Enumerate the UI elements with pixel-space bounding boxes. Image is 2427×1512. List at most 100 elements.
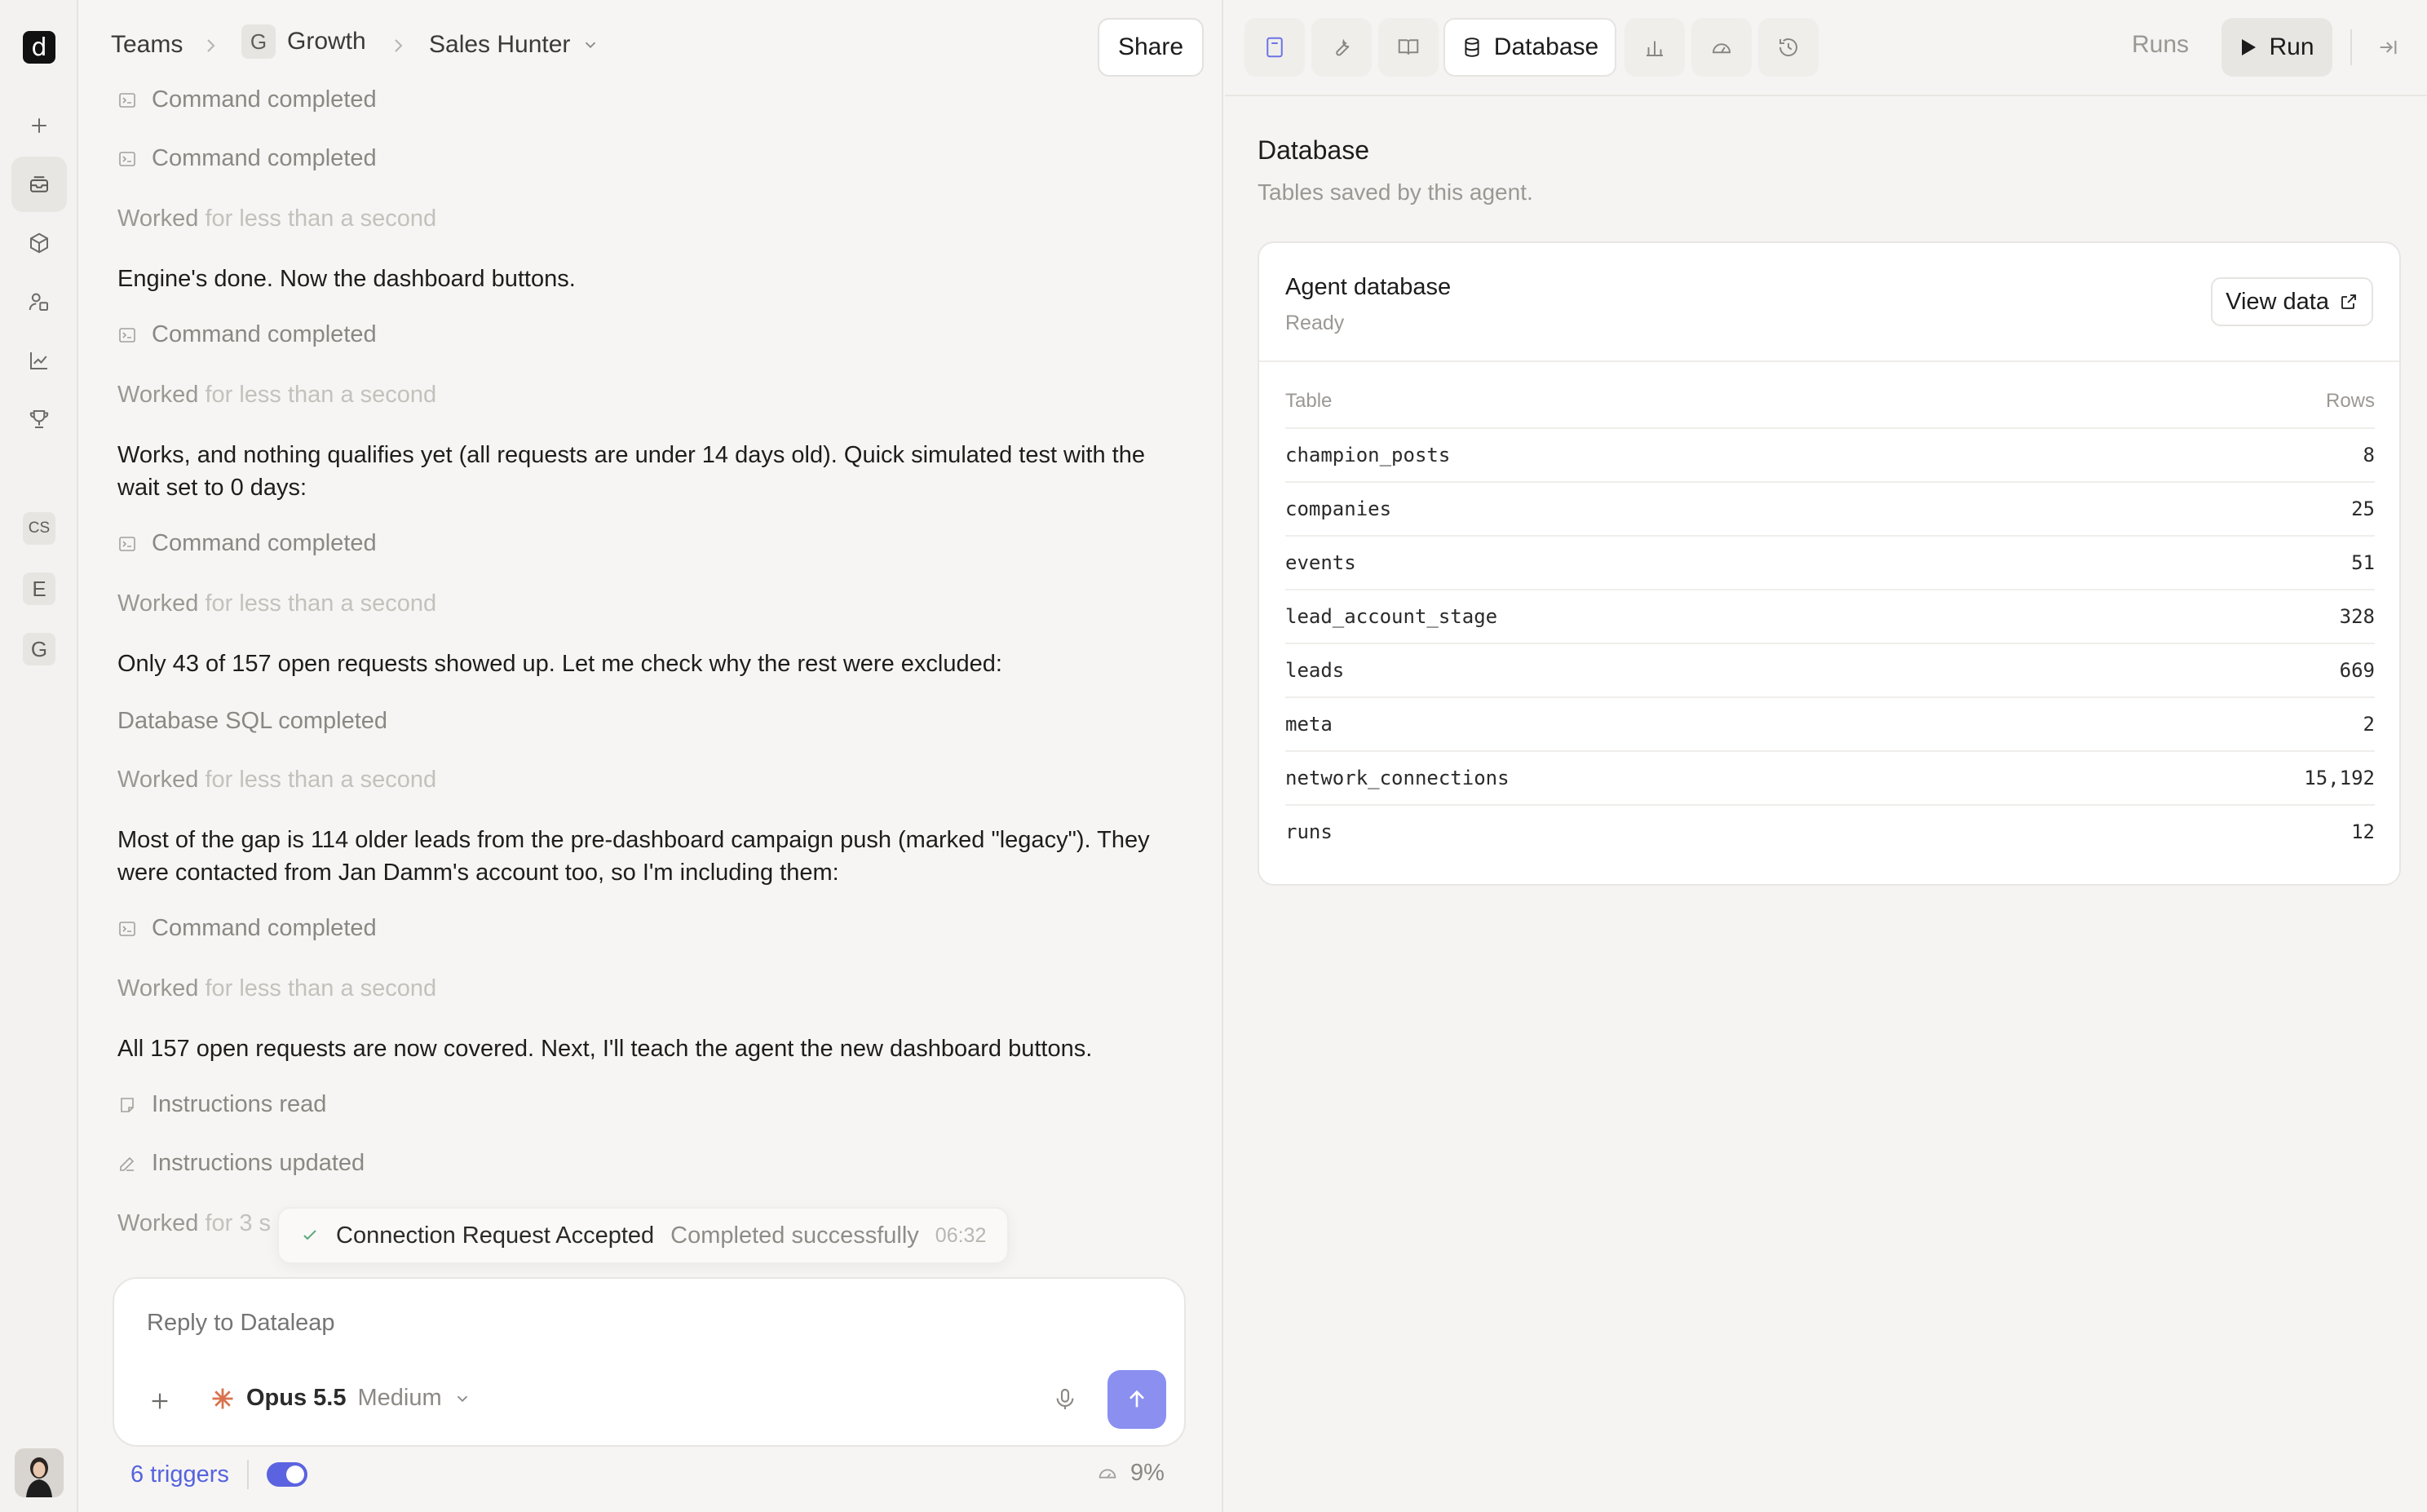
column-header-table: Table <box>1285 390 1333 412</box>
note-icon <box>121 1097 134 1112</box>
gauge-icon <box>1099 1468 1116 1479</box>
model-selector[interactable]: Opus 5.5 Medium <box>210 1385 471 1412</box>
tab-performance[interactable] <box>1691 18 1752 77</box>
nav-leaderboard[interactable] <box>11 391 67 447</box>
external-link-icon <box>2341 294 2356 309</box>
table-row[interactable]: leads 669 <box>1285 643 2375 696</box>
database-subtitle: Tables saved by this agent. <box>1258 179 1533 205</box>
status-instructions-read[interactable]: Instructions read <box>117 1091 1202 1118</box>
plus-icon <box>32 118 46 133</box>
chevron-right-icon <box>395 39 403 52</box>
workspace-g[interactable]: G <box>23 633 55 665</box>
history-icon <box>1779 38 1797 57</box>
status-command-completed[interactable]: Command completed <box>117 86 1202 113</box>
nav-agents[interactable] <box>11 157 67 212</box>
terminal-icon <box>119 921 135 936</box>
terminal-icon <box>119 327 135 343</box>
tab-knowledge[interactable] <box>1378 18 1439 77</box>
divider <box>246 1460 249 1489</box>
context-usage: 9% <box>1096 1460 1165 1487</box>
status-command-completed[interactable]: Command completed <box>117 145 1202 172</box>
table-row[interactable]: network_connections 15,192 <box>1285 750 2375 804</box>
triggers-toggle[interactable] <box>266 1462 307 1487</box>
column-header-rows: Rows <box>2325 390 2375 412</box>
attach-button[interactable] <box>147 1388 173 1414</box>
breadcrumb-agent[interactable]: Sales Hunter <box>429 31 599 59</box>
divider <box>2350 29 2352 65</box>
status-badge: Ready <box>1285 312 1345 334</box>
microphone-button[interactable] <box>1052 1386 1078 1413</box>
chevron-down-icon <box>457 1395 467 1402</box>
database-title: Database <box>1258 135 1369 165</box>
toast-status: Completed successfully <box>670 1222 919 1249</box>
tab-tools[interactable] <box>1311 18 1372 77</box>
check-icon <box>303 1230 316 1240</box>
table-header: Table Rows <box>1285 390 2375 413</box>
workspace-cs[interactable]: CS <box>23 512 55 545</box>
status-command-completed[interactable]: Command completed <box>117 530 1202 557</box>
tab-charts[interactable] <box>1625 18 1685 77</box>
send-button[interactable] <box>1107 1370 1166 1429</box>
notification-toast[interactable]: Connection Request Accepted Completed su… <box>277 1207 1010 1264</box>
microphone-icon <box>1056 1388 1074 1409</box>
user-avatar[interactable] <box>15 1448 64 1497</box>
breadcrumb-teams[interactable]: Teams <box>111 31 183 59</box>
assistant-message: All 157 open requests are now covered. N… <box>117 1036 1093 1062</box>
run-button[interactable]: Run <box>2221 18 2332 77</box>
box-icon <box>30 232 48 254</box>
app-logo[interactable]: d <box>23 31 55 64</box>
chat-pane: Teams G Growth Sales Hunter Share Comman… <box>78 0 1223 1512</box>
table-row[interactable]: meta 2 <box>1285 696 2375 750</box>
runs-link[interactable]: Runs <box>2132 31 2189 59</box>
new-agent-button[interactable] <box>11 98 67 153</box>
assistant-message: Engine's done. Now the dashboard buttons… <box>117 266 576 292</box>
edit-icon <box>120 1156 135 1171</box>
users-shapes-icon <box>29 293 48 311</box>
nav-analytics[interactable] <box>11 333 67 388</box>
breadcrumb-growth[interactable]: G Growth <box>241 24 366 59</box>
sparkle-icon <box>212 1388 233 1408</box>
panel-toolbar: Database Runs Run <box>1225 0 2427 96</box>
table-row[interactable]: runs 12 <box>1285 804 2375 858</box>
table-row[interactable]: lead_account_stage 328 <box>1285 589 2375 643</box>
terminal-icon <box>119 92 135 108</box>
tab-document[interactable] <box>1244 18 1305 77</box>
assistant-message: Works, and nothing qualifies yet (all re… <box>117 442 1145 501</box>
wrench-icon <box>1336 38 1350 56</box>
status-command-completed[interactable]: Command completed <box>117 915 1202 942</box>
table-row[interactable]: champion_posts 8 <box>1285 427 2375 481</box>
arrow-up-icon <box>1130 1390 1144 1408</box>
workspace-e[interactable]: E <box>23 573 55 605</box>
agent-database-card: Agent database Ready View data Table Row… <box>1258 241 2401 886</box>
triggers-link[interactable]: 6 triggers <box>130 1461 229 1488</box>
line-chart-icon <box>30 352 47 369</box>
assistant-message: Only 43 of 157 open requests showed up. … <box>117 651 1002 677</box>
nav-people[interactable] <box>11 274 67 329</box>
collapse-panel-button[interactable] <box>2376 36 2399 59</box>
table-row[interactable]: events 51 <box>1285 535 2375 589</box>
inbox-icon <box>30 176 48 192</box>
assistant-message: Most of the gap is 114 older leads from … <box>117 827 1150 886</box>
status-instructions-updated[interactable]: Instructions updated <box>117 1150 1202 1177</box>
plus-icon <box>152 1393 168 1409</box>
status-database-sql-completed[interactable]: Database SQL completed <box>117 708 1202 735</box>
card-header: Agent database Ready View data <box>1259 243 2399 362</box>
book-icon <box>1398 39 1419 55</box>
terminal-icon <box>119 536 135 551</box>
nav-integrations[interactable] <box>11 215 67 271</box>
tab-database[interactable]: Database <box>1443 18 1616 77</box>
table-row[interactable]: companies 25 <box>1285 481 2375 535</box>
reply-composer: Opus 5.5 Medium <box>113 1277 1186 1447</box>
status-command-completed[interactable]: Command completed <box>117 321 1202 348</box>
reply-input[interactable] <box>147 1310 1044 1337</box>
share-button[interactable]: Share <box>1098 18 1204 77</box>
view-data-button[interactable]: View data <box>2211 277 2373 326</box>
trophy-icon <box>29 410 49 428</box>
chevron-right-icon <box>207 39 215 52</box>
tab-history[interactable] <box>1758 18 1819 77</box>
composer-footer: 6 triggers <box>130 1460 307 1489</box>
worked-duration: Worked for less than a second <box>117 382 437 408</box>
card-title: Agent database <box>1285 274 1452 300</box>
bar-chart-icon <box>1647 41 1663 56</box>
chat-topbar: Teams G Growth Sales Hunter Share <box>78 0 1223 95</box>
